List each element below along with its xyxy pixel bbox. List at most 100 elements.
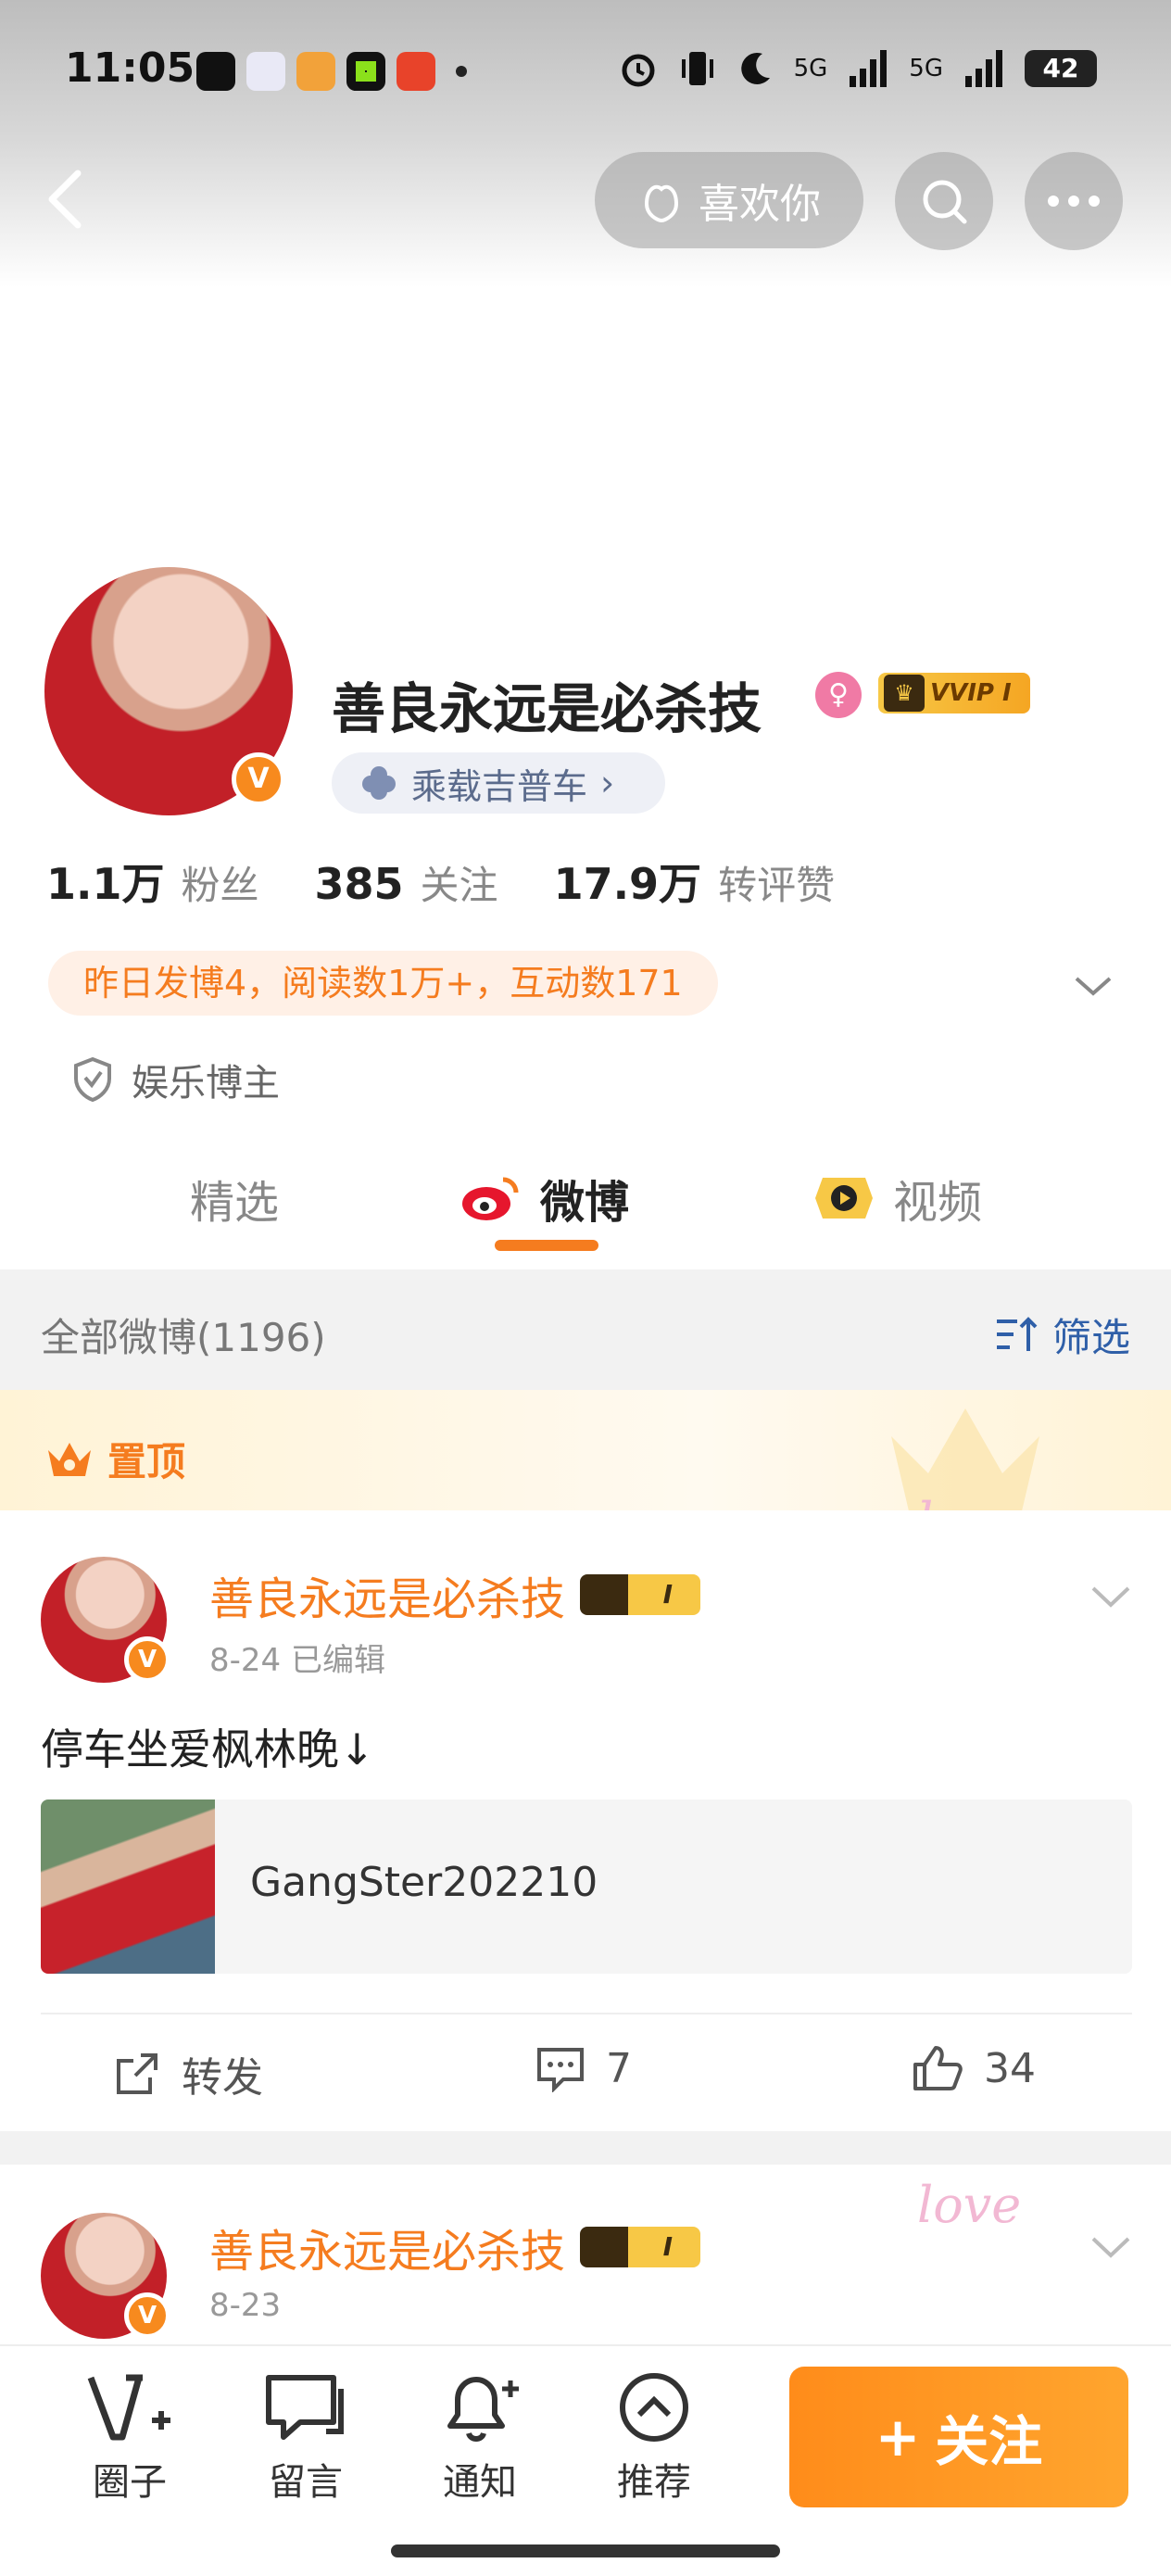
verified-badge-icon: V [124, 2292, 170, 2339]
fans-label[interactable]: 粉丝 [182, 854, 259, 911]
more-icon [1048, 196, 1100, 207]
divider [41, 2013, 1132, 2014]
post-author[interactable]: 善良永远是必杀技 I [209, 1562, 701, 1627]
signal-icon [850, 50, 888, 87]
female-gender-icon: ♀ [815, 672, 862, 718]
post-author-name: 善良永远是必杀技 [209, 2226, 566, 2278]
like-you-label: 喜欢你 [699, 181, 821, 228]
profile-tabs: 精选 微博 视频 [0, 1149, 1171, 1269]
filter-label: 筛选 [1051, 1315, 1130, 1360]
more-button[interactable] [1025, 152, 1123, 250]
post-author-name: 善良永远是必杀技 [209, 1573, 566, 1625]
comment-icon [537, 2048, 584, 2092]
link-title: GangSter202210 [250, 1859, 598, 1906]
car-tag[interactable]: 乘载吉普车 › [332, 752, 665, 814]
repost-button[interactable]: 转发 [113, 2044, 263, 2103]
app-icon [397, 52, 435, 91]
chevron-down-icon [1075, 977, 1112, 996]
car-tag-label: 乘载吉普车 [411, 765, 588, 807]
activity-summary[interactable]: 昨日发博4，阅读数1万+，互动数171 [48, 951, 718, 1016]
vvip-badge[interactable]: ♛ VVIP I [878, 673, 1030, 713]
repost-label: 转发 [182, 2054, 263, 2102]
post-meta: 8-23 [209, 2287, 282, 2324]
chevron-up-circle-icon [620, 2373, 688, 2442]
member-badge: I [580, 2227, 701, 2267]
post-card[interactable]: V 善良永远是必杀技 I 8-24 已编辑 停车坐爱枫林晚↓ GangSter2… [0, 1510, 1171, 2131]
bell-plus-icon [447, 2377, 519, 2442]
verified-badge-icon: V [124, 1636, 170, 1683]
search-icon [923, 180, 967, 224]
bottom-action-bar: 圈子 留言 通知 推荐 + 关注 [0, 2344, 1171, 2576]
follow-label: 关注 [935, 2410, 1043, 2473]
fans-count[interactable]: 1.1万 [46, 851, 165, 912]
circle-community-icon [87, 2374, 170, 2441]
app-icon [196, 52, 235, 91]
love-decoration: love [917, 2176, 1022, 2234]
signal-icon [965, 50, 1002, 87]
chevron-down-icon[interactable] [1088, 2224, 1134, 2270]
all-posts-count: 全部微博(1196) [41, 1315, 326, 1360]
alarm-icon [622, 54, 655, 87]
chevron-down-icon[interactable] [1088, 1573, 1134, 1620]
plus-icon: + [875, 2406, 921, 2469]
tab-featured-label: 精选 [190, 1177, 280, 1229]
shield-check-icon [74, 1056, 111, 1103]
like-you-button[interactable]: 喜欢你 [595, 152, 863, 248]
nav-notify[interactable]: 通知 [424, 2370, 535, 2506]
verified-badge-icon: V [232, 752, 285, 806]
search-button[interactable] [895, 152, 993, 250]
tab-weibo-label: 微博 [540, 1177, 630, 1229]
crown-icon [48, 1442, 91, 1476]
status-app-icons [196, 52, 467, 91]
nav-circle[interactable]: 圈子 [74, 2370, 185, 2506]
status-time: 11:05 [65, 44, 195, 92]
app-icon [296, 52, 335, 91]
back-arrow-icon [48, 170, 82, 229]
filter-sort-icon [996, 1316, 1038, 1351]
comment-button[interactable]: 7 [535, 2044, 632, 2092]
profile-stats: 1.1万 粉丝 385 关注 17.9万 转评赞 [46, 851, 890, 912]
expand-profile-button[interactable] [1071, 964, 1115, 1008]
vibrate-icon [681, 52, 713, 85]
link-thumbnail [41, 1799, 215, 1974]
chevron-right-icon: › [600, 763, 615, 803]
tab-weibo[interactable]: 微博 [459, 1166, 629, 1231]
status-indicators: 5G 5G 42 [618, 48, 1097, 89]
following-label[interactable]: 关注 [421, 854, 498, 911]
video-icon [815, 1178, 873, 1219]
more-notifications-icon [456, 66, 467, 77]
weibo-logo-icon [462, 1177, 519, 1220]
clover-icon [362, 766, 396, 800]
post-author[interactable]: 善良永远是必杀技 I [209, 2215, 701, 2279]
post-card[interactable]: V 善良永远是必杀技 I 8-23 love [0, 2165, 1171, 2344]
vvip-label: VVIP I [930, 679, 1012, 707]
nav-message[interactable]: 留言 [250, 2370, 361, 2506]
message-icon [266, 2375, 344, 2440]
tab-featured[interactable]: 精选 [190, 1166, 279, 1231]
filter-button[interactable]: 筛选 [993, 1307, 1130, 1363]
following-count[interactable]: 385 [315, 859, 404, 909]
interactions-label[interactable]: 转评赞 [718, 854, 835, 911]
post-separator [0, 2131, 1171, 2165]
home-indicator[interactable] [391, 2544, 780, 2557]
link-card[interactable]: GangSter202210 [41, 1799, 1132, 1974]
interactions-count[interactable]: 17.9万 [554, 851, 702, 912]
nav-recommend[interactable]: 推荐 [598, 2370, 710, 2506]
back-button[interactable] [37, 162, 93, 236]
tab-video[interactable]: 视频 [812, 1166, 982, 1231]
follow-button[interactable]: + 关注 [789, 2367, 1128, 2507]
profile-username: 善良永远是必杀技 [332, 677, 762, 740]
app-icon [346, 52, 385, 91]
pinned-label: 置顶 [44, 1431, 185, 1487]
network-type-2: 5G [909, 55, 943, 82]
moon-icon [740, 52, 770, 84]
hand-heart-icon [644, 184, 679, 223]
tab-video-label: 视频 [893, 1177, 983, 1229]
app-icon [246, 52, 285, 91]
battery-indicator: 42 [1025, 50, 1097, 87]
status-bar: 11:05 5G 5G 42 [0, 0, 1171, 139]
blogger-category[interactable]: 娱乐博主 [72, 1053, 280, 1106]
like-button[interactable]: 34 [912, 2044, 1036, 2092]
post-meta: 8-24 已编辑 [209, 1642, 385, 1679]
active-tab-indicator [495, 1240, 598, 1251]
